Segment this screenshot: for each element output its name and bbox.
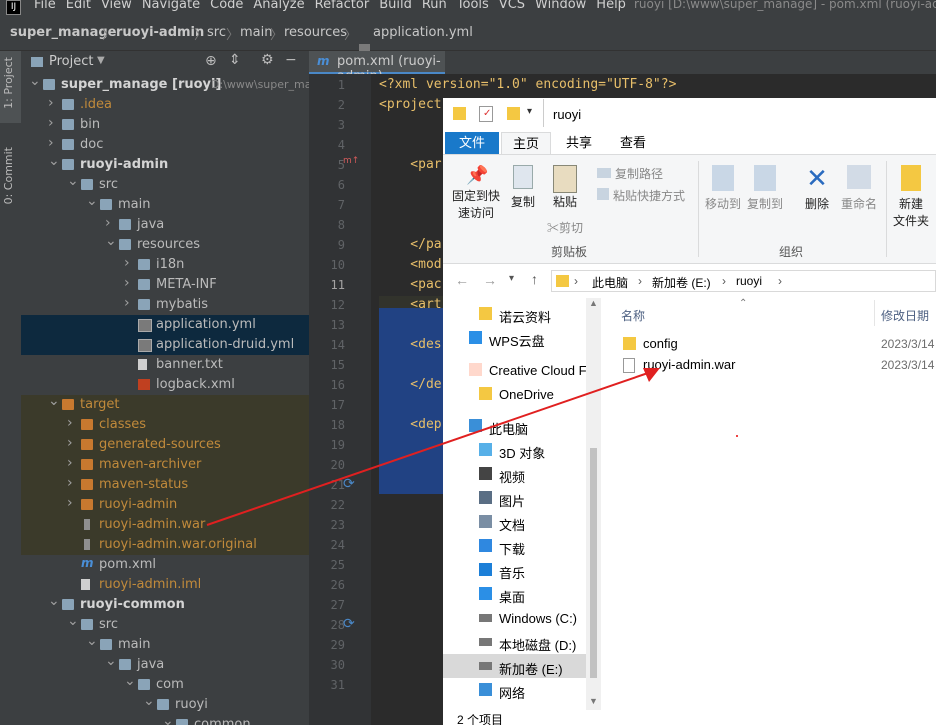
annotation-arrow-line [206, 372, 649, 526]
annotation-arrow [206, 368, 660, 526]
annotation-arrow-head [643, 368, 660, 382]
watermark: CSDN @minihuabei [796, 700, 922, 716]
